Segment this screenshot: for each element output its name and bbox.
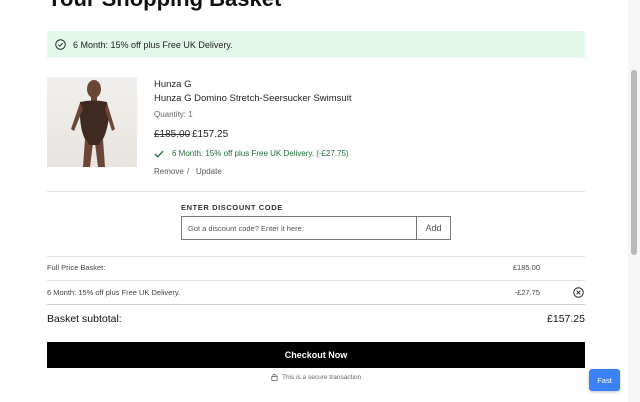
product-image[interactable] xyxy=(47,77,137,167)
fast-button[interactable]: Fast xyxy=(589,369,620,391)
scrollbar-thumb[interactable] xyxy=(631,70,637,255)
full-price-label: Full Price Basket: xyxy=(47,263,106,272)
remove-link[interactable]: Remove xyxy=(154,167,184,176)
discount-code-input[interactable] xyxy=(181,216,417,240)
item-name[interactable]: Hunza G Domino Stretch-Seersucker Swimsu… xyxy=(154,93,351,104)
update-link[interactable]: Update xyxy=(196,167,222,176)
remove-discount-icon[interactable] xyxy=(573,287,584,298)
divider xyxy=(47,304,585,305)
subtotal-value: £157.25 xyxy=(547,313,585,325)
discount-summary-value: -£27.75 xyxy=(514,288,540,297)
discount-summary-label: 6 Month: 15% off plus Free UK Delivery. xyxy=(47,288,181,297)
item-price-discounted: £157.25 xyxy=(192,129,229,140)
checkmark-icon xyxy=(154,150,164,158)
item-price-original: £185.00 xyxy=(154,129,191,140)
apply-discount-button[interactable]: Add xyxy=(416,216,451,240)
secure-note: This is a secure transaction xyxy=(271,373,361,381)
secure-note-text: This is a secure transaction xyxy=(282,373,362,381)
checkout-button[interactable]: Checkout Now xyxy=(47,342,585,368)
discount-code-label: ENTER DISCOUNT CODE xyxy=(181,203,283,212)
page-title: Your Shopping Basket xyxy=(47,0,281,12)
lock-icon xyxy=(271,373,278,381)
promo-banner: 6 Month: 15% off plus Free UK Delivery. xyxy=(47,31,585,58)
item-quantity: Quantity: 1 xyxy=(154,110,193,119)
subtotal-label: Basket subtotal: xyxy=(47,313,122,325)
full-price-value: £185.00 xyxy=(512,263,540,272)
link-separator: / xyxy=(187,167,190,176)
divider xyxy=(47,280,585,281)
circle-check-icon xyxy=(55,39,66,50)
item-offer-text: 6 Month: 15% off plus Free UK Delivery. … xyxy=(172,149,349,158)
divider xyxy=(47,191,585,192)
divider xyxy=(47,256,585,257)
item-brand: Hunza G xyxy=(154,79,192,90)
promo-banner-text: 6 Month: 15% off plus Free UK Delivery. xyxy=(73,39,233,50)
item-offer: 6 Month: 15% off plus Free UK Delivery. … xyxy=(154,149,349,158)
